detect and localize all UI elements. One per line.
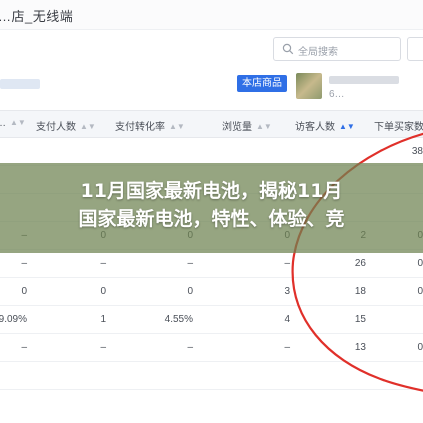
table-row: – – – – 13 0 [0, 334, 423, 362]
table-cell: 4 [284, 314, 290, 325]
column-header[interactable]: …▲▼ [0, 118, 26, 129]
sort-icon[interactable]: ▲▼ [10, 118, 26, 127]
headline-line-1: 11月国家最新电池，揭秘11月 [80, 180, 343, 202]
table-cell: 0 [100, 286, 106, 297]
search-icon [282, 43, 294, 55]
column-header-visitors[interactable]: 访客人数 ▲▼ [295, 118, 355, 133]
store-product-badge: 本店商品 [237, 75, 287, 92]
top-bar: …店_无线端 [0, 0, 423, 30]
table-cell: 15 [354, 314, 366, 325]
sort-icon[interactable]: ▲▼ [169, 122, 185, 131]
table-header: …▲▼ 支付人数▲▼ 支付转化率▲▼ 浏览量▲▼ 访客人数▲▼ 下单买家数 [0, 110, 423, 138]
sort-active-icon[interactable]: ▲▼ [339, 122, 355, 131]
column-header-page-views[interactable]: 浏览量 ▲▼ [222, 118, 272, 133]
headline-line-2: 国家最新电池，特性、体验、竞 [78, 208, 345, 230]
headline-text: 11月国家最新电池，揭秘11月 国家最新电池，特性、体验、竞 [0, 177, 423, 233]
table-cell: 18 [354, 286, 366, 297]
table-cell: 9.09% [0, 314, 27, 325]
table-row: – – – – 26 0 [0, 250, 423, 278]
filter-button[interactable] [407, 37, 423, 61]
table-cell: – [187, 258, 193, 269]
search-placeholder: 全局搜索 [298, 47, 338, 58]
product-thumbnail[interactable] [296, 73, 322, 99]
table-cell: – [187, 342, 193, 353]
sort-icon[interactable]: ▲▼ [256, 122, 272, 131]
table-cell: – [284, 258, 290, 269]
blurred-label [0, 79, 40, 89]
table-row: 38 [0, 138, 423, 166]
table-row: 9.09% 1 4.55% 4 15 [0, 306, 423, 334]
table-cell: – [100, 342, 106, 353]
table-cell: 4.55% [164, 314, 193, 325]
search-input[interactable]: 全局搜索 [273, 37, 401, 61]
table-cell: 38 [411, 146, 423, 157]
column-header-pay-rate[interactable]: 支付转化率 ▲▼ [115, 118, 185, 133]
column-header-order-buyers[interactable]: 下单买家数 [374, 118, 423, 133]
table-cell: – [21, 258, 27, 269]
sort-icon[interactable]: ▲▼ [80, 122, 96, 131]
app-title: …店_无线端 [0, 9, 74, 24]
table-cell: 0 [187, 286, 193, 297]
product-name-blurred [329, 76, 399, 84]
column-header-pay-buyers[interactable]: 支付人数 ▲▼ [36, 118, 96, 133]
table-row: 0 0 0 3 18 0 [0, 278, 423, 306]
table-cell: – [100, 258, 106, 269]
table-cell: – [21, 342, 27, 353]
product-id: 6… [329, 89, 345, 100]
analytics-page: …店_无线端 全局搜索 本店商品 6… …▲▼ 支付人数▲▼ 支付转化率▲▼ 浏… [0, 0, 423, 423]
table-cell: 1 [100, 314, 106, 325]
table-cell: 0 [417, 286, 423, 297]
table-cell: 26 [354, 258, 366, 269]
table-cell: – [284, 342, 290, 353]
table-cell: 0 [417, 258, 423, 269]
table-cell: 13 [354, 342, 366, 353]
table-row [0, 362, 423, 390]
table-cell: 3 [284, 286, 290, 297]
table-cell: 0 [21, 286, 27, 297]
table-cell: 0 [417, 342, 423, 353]
